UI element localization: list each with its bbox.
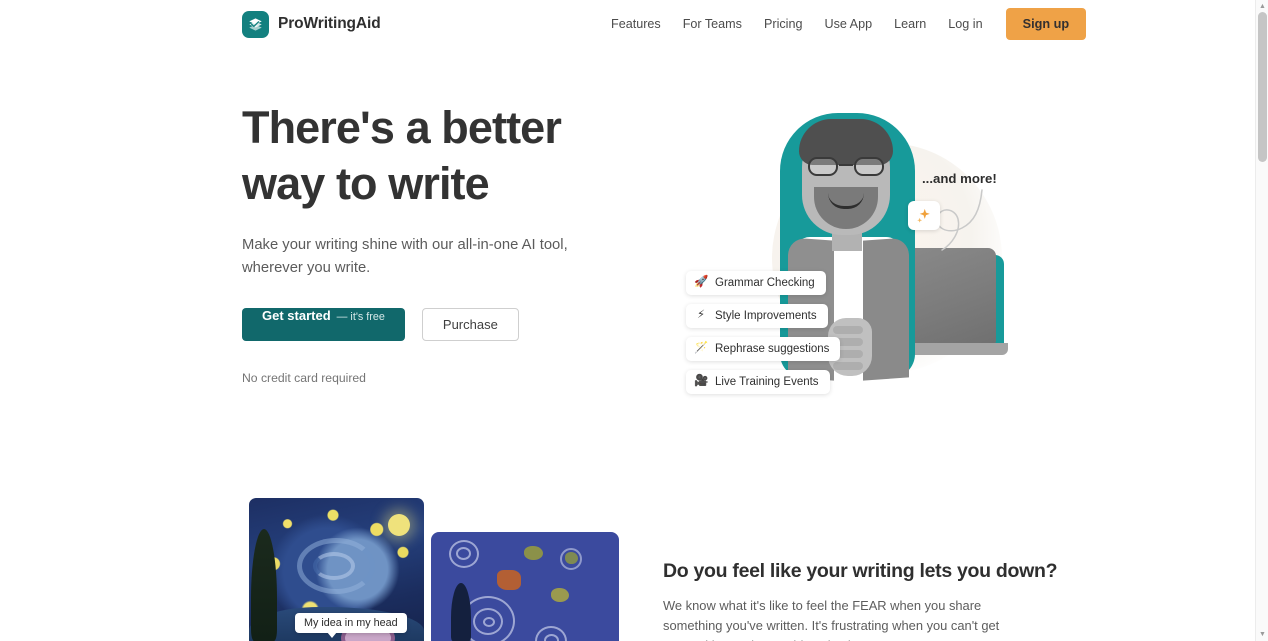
painting-swirl-inner [313, 552, 355, 580]
artwork-tooltip: My idea in my head [295, 613, 407, 638]
feature-chip-label: Style Improvements [715, 310, 817, 322]
purchase-button[interactable]: Purchase [421, 308, 519, 341]
hero-subtitle: Make your writing shine with our all-in-… [242, 237, 568, 276]
scroll-up-arrow-icon[interactable]: ▲ [1259, 3, 1266, 10]
painting-cypress-tree [251, 529, 277, 641]
nav-item-for-teams[interactable]: For Teams [672, 11, 753, 37]
section-two-body: We know what it's like to feel the FEAR … [663, 598, 1000, 641]
video-camera-icon: 🎥 [694, 375, 709, 388]
feature-chip-style-improvements: ⚡ Style Improvements [686, 304, 828, 328]
feature-chip-label: Grammar Checking [715, 277, 815, 289]
hero-illustration: ...and more! 🚀 Grammar Checking ⚡ Style … [660, 103, 1020, 433]
sign-up-button[interactable]: Sign up [1005, 8, 1087, 40]
brand-name: ProWritingAid [278, 15, 381, 32]
hero-copy: There's a better way to write Make your … [242, 100, 642, 385]
feature-chip-grammar-checking: 🚀 Grammar Checking [686, 271, 826, 295]
hero-section: There's a better way to write Make your … [0, 48, 1255, 448]
sparkles-icon [908, 201, 940, 230]
feature-chip-live-training-events: 🎥 Live Training Events [686, 370, 830, 394]
hero-cta-group: Get started — it's free Purchase [242, 308, 642, 341]
stacked-books-logo-icon [242, 10, 269, 38]
section-two-title: Do you feel like your writing lets you d… [663, 560, 1058, 582]
eyeglasses-icon [806, 157, 886, 176]
nav-item-learn[interactable]: Learn [883, 11, 937, 37]
get-started-label: Get started [262, 308, 331, 323]
lightning-bolt-icon: ⚡ [696, 309, 706, 322]
nav-item-features[interactable]: Features [600, 11, 672, 37]
feature-chip-label: Live Training Events [715, 376, 819, 388]
get-started-button[interactable]: Get started — it's free [242, 308, 405, 341]
scroll-down-arrow-icon[interactable]: ▼ [1259, 631, 1266, 638]
no-credit-card-note: No credit card required [242, 371, 366, 385]
hero-title-line-2: way to write [242, 158, 490, 209]
hero-title-line-1: There's a better [242, 102, 562, 153]
feature-chip-list: 🚀 Grammar Checking ⚡ Style Improvements … [686, 271, 841, 394]
nav-item-pricing[interactable]: Pricing [753, 11, 814, 37]
painting-moon [388, 514, 410, 536]
get-started-sublabel: — it's free [336, 311, 385, 323]
nav-item-log-in[interactable]: Log in [937, 11, 993, 37]
magic-wand-icon: 🪄 [694, 342, 709, 355]
main-navigation: Features For Teams Pricing Use App Learn… [600, 8, 1087, 40]
crude-cypress-tree [451, 583, 471, 641]
brand-logo-link[interactable]: ProWritingAid [242, 10, 381, 38]
artwork-comparison: My idea in my head [249, 498, 619, 641]
feature-chip-label: Rephrase suggestions [715, 343, 830, 355]
site-header: ProWritingAid Features For Teams Pricing… [0, 0, 1255, 48]
section-two-copy: Do you feel like your writing lets you d… [663, 560, 1063, 641]
rocket-icon: 🚀 [694, 276, 709, 289]
crude-drawing-panel [431, 532, 619, 641]
page-scrollbar[interactable]: ▲ ▼ [1255, 0, 1268, 641]
writing-lets-you-down-section: My idea in my head Do you feel like your… [0, 478, 1255, 641]
page-root: ProWritingAid Features For Teams Pricing… [0, 0, 1268, 641]
page-title: There's a better way to write [242, 100, 642, 212]
nav-item-use-app[interactable]: Use App [813, 11, 883, 37]
scrollbar-thumb[interactable] [1258, 12, 1267, 162]
and-more-label: ...and more! [922, 171, 997, 186]
feature-chip-rephrase-suggestions: 🪄 Rephrase suggestions [686, 337, 841, 361]
